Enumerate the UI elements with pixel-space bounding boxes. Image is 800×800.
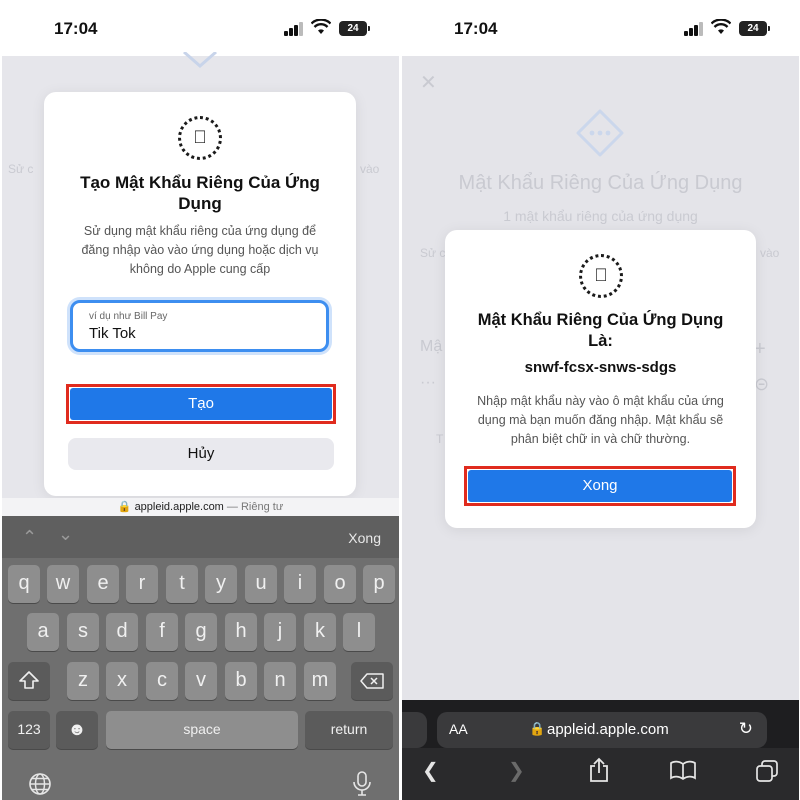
key-x[interactable]: x (106, 662, 138, 700)
cancel-button[interactable]: Hủy (68, 438, 334, 470)
key-q[interactable]: q (8, 565, 40, 603)
key-o[interactable]: o (324, 565, 356, 603)
ghost-dots: ··· (420, 374, 436, 391)
shift-key[interactable] (8, 662, 50, 700)
ghost-text-left: Sử c (420, 246, 446, 260)
key-v[interactable]: v (185, 662, 217, 700)
key-p[interactable]: p (363, 565, 395, 603)
key-c[interactable]: c (146, 662, 178, 700)
return-key[interactable]: return (305, 711, 393, 749)
battery-icon: 24 (739, 21, 770, 36)
key-r[interactable]: r (126, 565, 158, 603)
background-title: Mật Khẩu Riêng Của Ứng Dụng (458, 172, 743, 194)
key-j[interactable]: j (264, 613, 296, 651)
key-i[interactable]: i (284, 565, 316, 603)
apple-logo-icon:  (178, 116, 222, 160)
ghost-text-right: vào (760, 246, 780, 260)
address-bar[interactable]: AA 🔒 appleid.apple.com ↻ (437, 712, 767, 748)
key-w[interactable]: w (47, 565, 79, 603)
app-name-input[interactable]: ví dụ như Bill Pay Tik Tok (70, 300, 329, 352)
safari-toolbar: ❮ ❯ (402, 748, 799, 800)
password-result-dialog:  Mật Khẩu Riêng Của Ứng Dụng Là: snwf-f… (445, 230, 756, 528)
delete-icon (360, 673, 384, 689)
share-icon[interactable] (588, 757, 610, 783)
reload-icon[interactable]: ↻ (739, 719, 753, 739)
keyboard: ⌃ ⌄ Xong q w e r t y u i o p a s d f g h… (2, 516, 399, 800)
key-u[interactable]: u (245, 565, 277, 603)
key-h[interactable]: h (225, 613, 257, 651)
key-k[interactable]: k (304, 613, 336, 651)
wifi-icon (311, 19, 331, 34)
key-z[interactable]: z (67, 662, 99, 700)
cellular-signal-icon (284, 22, 306, 36)
ghost-text-right: vào (360, 162, 380, 176)
dialog-description: Nhập mật khẩu này vào ô mật khẩu của ứng… (477, 394, 724, 446)
ghost-row-label: Mậ (420, 338, 443, 355)
key-b[interactable]: b (225, 662, 257, 700)
url-bar[interactable]: 🔒 appleid.apple.com — Riêng tư (2, 498, 399, 516)
generated-password: snwf-fcsx-snws-sdgs (524, 359, 677, 376)
bookmarks-icon[interactable] (670, 760, 696, 780)
key-s[interactable]: s (67, 613, 99, 651)
space-key[interactable]: space (106, 711, 298, 749)
delete-key[interactable] (351, 662, 393, 700)
input-value: Tik Tok (89, 325, 136, 342)
status-time: 17:04 (454, 19, 498, 38)
tabs-icon[interactable] (756, 760, 778, 782)
key-dots-icon (576, 109, 624, 157)
chevron-down-icon[interactable]: ⌄ (58, 524, 73, 545)
key-m[interactable]: m (304, 662, 336, 700)
done-button[interactable]: Xong (468, 470, 732, 502)
dialog-description: Sử dụng mật khẩu riêng của ứng dụng để đ… (81, 224, 319, 276)
ghost-t: T (436, 432, 444, 446)
keyboard-done-button[interactable]: Xong (348, 530, 381, 546)
create-button[interactable]: Tạo (70, 388, 332, 420)
key-e[interactable]: e (87, 565, 119, 603)
url-suffix: — Riêng tư (226, 501, 284, 513)
emoji-icon[interactable]: ☻ (56, 711, 98, 749)
minus-circle-icon: ⊝ (754, 374, 770, 394)
key-dots-icon (183, 52, 217, 68)
left-phone-screen: 17:04 24 Sử c vào  Tạo Mật Khẩu Riêng C… (2, 0, 399, 800)
key-n[interactable]: n (264, 662, 296, 700)
create-password-dialog:  Tạo Mật Khẩu Riêng Của Ứng Dụng Sử dụn… (44, 92, 356, 496)
key-t[interactable]: t (166, 565, 198, 603)
cellular-signal-icon (684, 22, 706, 36)
status-bar: 17:04 24 (2, 0, 399, 56)
lock-icon: 🔒 (529, 721, 546, 736)
key-a[interactable]: a (27, 613, 59, 651)
wifi-icon (711, 19, 731, 34)
address-url: appleid.apple.com (547, 721, 669, 738)
dialog-title: Mật Khẩu Riêng Của Ứng Dụng Là: (477, 311, 724, 350)
background-subtitle: 1 mật khẩu riêng của ứng dụng (503, 208, 698, 224)
ghost-text-left: Sử c (8, 162, 34, 176)
key-f[interactable]: f (146, 613, 178, 651)
status-bar: 17:04 24 (402, 0, 799, 56)
apple-logo-icon:  (579, 254, 623, 298)
keyboard-toolbar: ⌃ ⌄ Xong (2, 516, 399, 558)
close-icon[interactable]: ✕ (420, 70, 437, 95)
shift-icon (19, 671, 39, 689)
mic-icon[interactable] (352, 771, 372, 797)
key-g[interactable]: g (185, 613, 217, 651)
lock-icon: 🔒 (117, 501, 132, 513)
globe-icon[interactable] (28, 772, 52, 796)
battery-icon: 24 (339, 21, 370, 36)
previous-tab-edge[interactable] (402, 712, 427, 748)
chevron-up-icon[interactable]: ⌃ (22, 527, 37, 548)
key-l[interactable]: l (343, 613, 375, 651)
url-domain: appleid.apple.com (134, 501, 224, 513)
key-y[interactable]: y (205, 565, 237, 603)
status-time: 17:04 (54, 19, 98, 38)
back-icon[interactable]: ❮ (422, 758, 439, 783)
right-phone-screen: 17:04 24 ✕ Mật Khẩu Riêng Của Ứng Dụng 1… (402, 0, 799, 800)
reader-aa-button[interactable]: AA (449, 721, 468, 737)
numbers-key[interactable]: 123 (8, 711, 50, 749)
dialog-title: Tạo Mật Khẩu Riêng Của Ứng Dụng (80, 173, 320, 213)
input-placeholder: ví dụ như Bill Pay (89, 311, 168, 322)
key-d[interactable]: d (106, 613, 138, 651)
forward-icon[interactable]: ❯ (508, 758, 525, 783)
